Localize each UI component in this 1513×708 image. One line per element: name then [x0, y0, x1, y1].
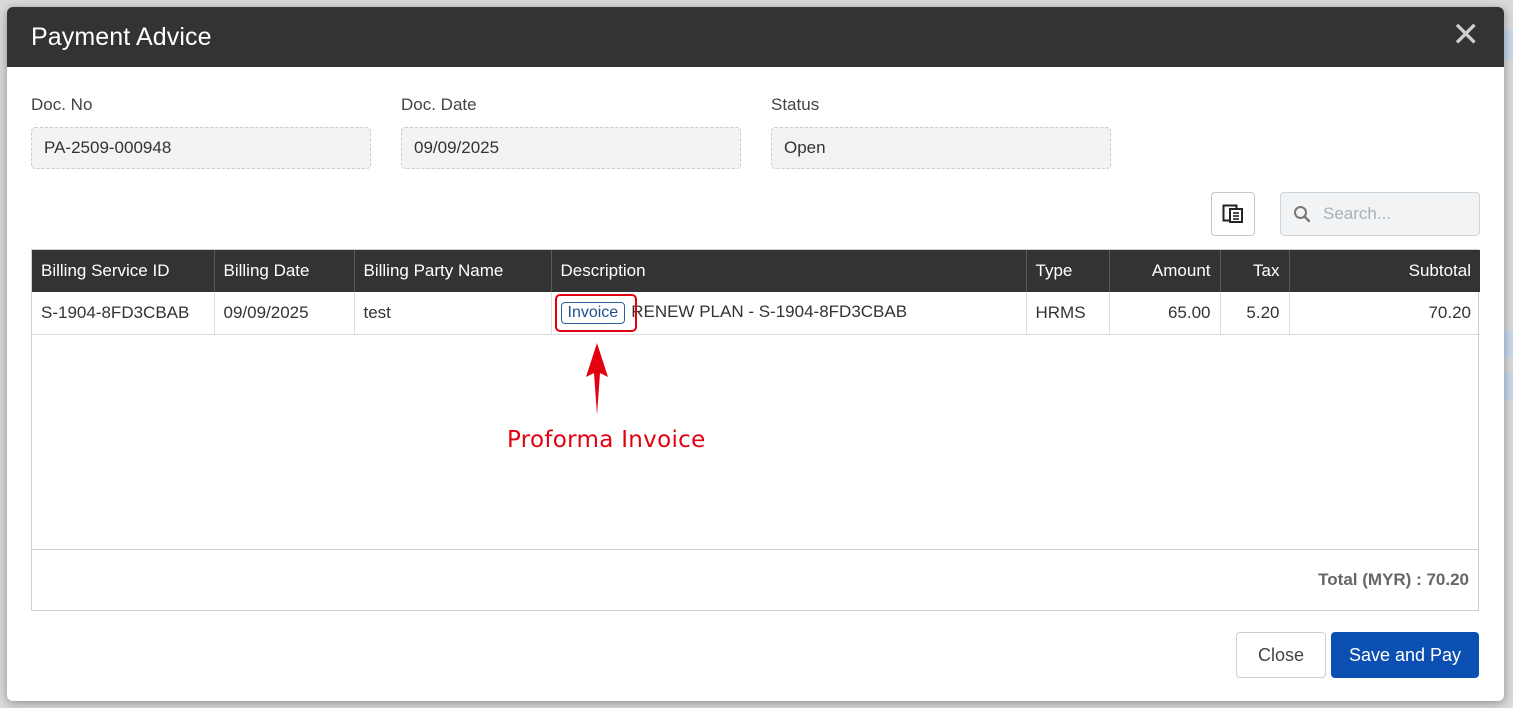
column-chooser-button[interactable] — [1211, 192, 1255, 236]
column-header-type[interactable]: Type — [1026, 250, 1110, 292]
grid-toolbar — [1211, 192, 1480, 236]
doc-date-input[interactable]: 09/09/2025 — [401, 127, 741, 169]
cell-tax: 5.20 — [1220, 292, 1290, 335]
document-fields: Doc. No PA-2509-000948 Doc. Date 09/09/2… — [31, 95, 1111, 169]
column-header-billing-party-name[interactable]: Billing Party Name — [354, 250, 552, 292]
search-icon — [1294, 206, 1311, 223]
doc-date-label: Doc. Date — [401, 95, 477, 114]
close-icon[interactable]: ✕ — [1452, 18, 1481, 52]
background-strip — [1503, 30, 1513, 60]
cell-amount: 65.00 — [1109, 292, 1221, 335]
search-box[interactable] — [1280, 192, 1480, 236]
cell-billing-party-name: test — [354, 292, 552, 335]
column-header-billing-date[interactable]: Billing Date — [214, 250, 355, 292]
billing-grid: Billing Service ID Billing Date Billing … — [31, 249, 1480, 611]
background-strip — [1503, 330, 1513, 358]
cell-billing-service-id: S-1904-8FD3CBAB — [32, 292, 215, 335]
invoice-link[interactable]: Invoice — [554, 294, 637, 332]
modal-header: Payment Advice ✕ — [7, 7, 1504, 67]
cell-type: HRMS — [1026, 292, 1110, 335]
annotation-arrow-icon — [586, 343, 608, 415]
close-button[interactable]: Close — [1236, 632, 1326, 678]
cell-subtotal: 70.20 — [1289, 292, 1480, 335]
save-and-pay-button[interactable]: Save and Pay — [1331, 632, 1479, 678]
billing-table: Billing Service ID Billing Date Billing … — [32, 250, 1480, 335]
status-label: Status — [771, 95, 820, 114]
background-strip — [1503, 372, 1513, 400]
status-input[interactable]: Open — [771, 127, 1111, 169]
column-header-billing-service-id[interactable]: Billing Service ID — [32, 250, 215, 292]
grid-total-footer: Total (MYR) : 70.20 — [32, 549, 1478, 610]
doc-no-label: Doc. No — [31, 95, 93, 114]
column-header-description[interactable]: Description — [551, 250, 1027, 292]
cell-description: Invoice RENEW PLAN - S-1904-8FD3CBAB — [551, 292, 1027, 335]
column-chooser-icon — [1222, 204, 1243, 223]
payment-advice-modal: Payment Advice ✕ Doc. No PA-2509-000948 … — [7, 7, 1504, 701]
table-header-row: Billing Service ID Billing Date Billing … — [32, 250, 1480, 292]
annotation-label: Proforma Invoice — [507, 427, 706, 453]
total-amount: Total (MYR) : 70.20 — [1318, 570, 1469, 589]
description-text: RENEW PLAN - S-1904-8FD3CBAB — [631, 302, 908, 321]
cell-billing-date: 09/09/2025 — [214, 292, 355, 335]
modal-title: Payment Advice — [31, 22, 212, 51]
invoice-link-label: Invoice — [567, 304, 619, 321]
search-input[interactable] — [1321, 203, 1465, 225]
status-field: Status Open — [771, 95, 1111, 169]
doc-no-field: Doc. No PA-2509-000948 — [31, 95, 371, 169]
column-header-amount[interactable]: Amount — [1109, 250, 1221, 292]
table-row[interactable]: S-1904-8FD3CBAB 09/09/2025 test Invoice R… — [32, 292, 1480, 335]
doc-no-input[interactable]: PA-2509-000948 — [31, 127, 371, 169]
column-header-subtotal[interactable]: Subtotal — [1289, 250, 1480, 292]
doc-date-field: Doc. Date 09/09/2025 — [401, 95, 741, 169]
column-header-tax[interactable]: Tax — [1220, 250, 1290, 292]
